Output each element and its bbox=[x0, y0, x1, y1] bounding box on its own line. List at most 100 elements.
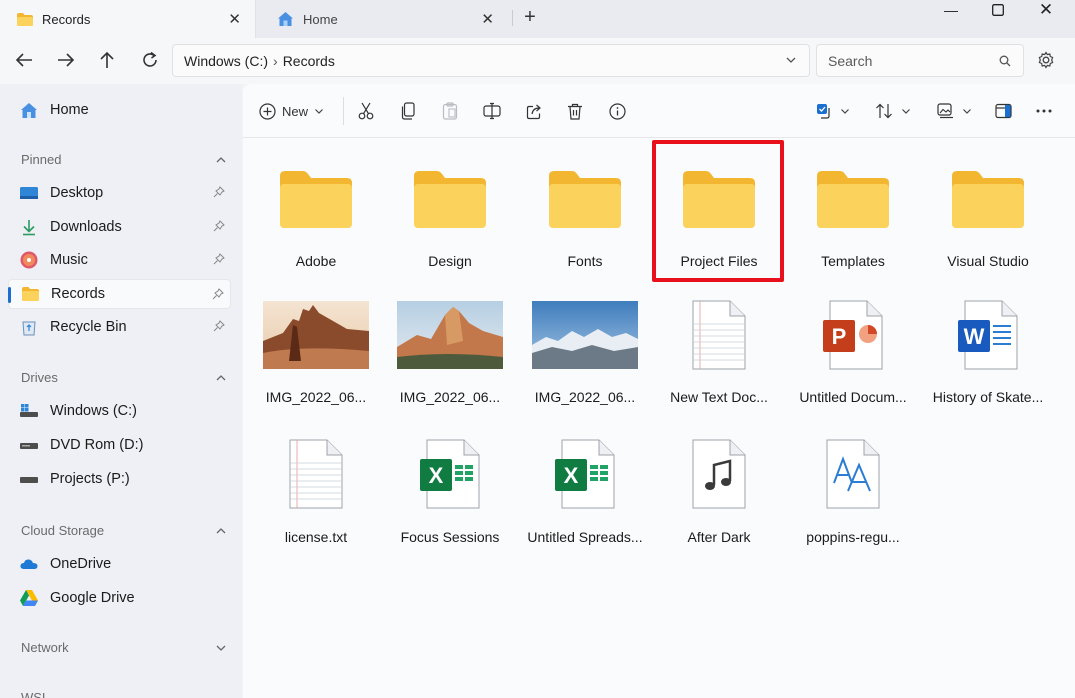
section-label: Pinned bbox=[21, 152, 62, 167]
pin-icon[interactable] bbox=[213, 220, 225, 232]
close-icon[interactable]: ✕ bbox=[228, 10, 241, 28]
share-icon bbox=[526, 104, 541, 119]
chevron-up-icon[interactable] bbox=[215, 154, 227, 166]
section-pinned[interactable]: Pinned bbox=[21, 152, 231, 172]
image-thumbnail bbox=[532, 301, 638, 369]
preview-pane-icon bbox=[994, 103, 1012, 119]
recycle-bin-icon bbox=[22, 321, 36, 335]
sort-button[interactable] bbox=[874, 99, 912, 123]
file-name: After Dark bbox=[687, 529, 751, 545]
chevron-down-icon[interactable] bbox=[785, 54, 797, 66]
new-button[interactable]: New bbox=[259, 99, 324, 123]
section-cloud-storage[interactable]: Cloud Storage bbox=[21, 523, 231, 543]
sidebar-item-onedrive[interactable]: OneDrive bbox=[8, 549, 231, 579]
paste-button[interactable] bbox=[440, 99, 460, 123]
share-button[interactable] bbox=[524, 99, 544, 123]
sidebar-item-label: DVD Rom (D:) bbox=[50, 437, 144, 453]
sidebar-item-records[interactable]: Records bbox=[8, 279, 231, 309]
sidebar-item-downloads[interactable]: Downloads bbox=[8, 212, 231, 242]
powerpoint-icon: P bbox=[823, 300, 883, 370]
minimize-button[interactable]: — bbox=[928, 0, 974, 24]
section-label: Drives bbox=[21, 370, 58, 385]
maximize-icon bbox=[992, 4, 1004, 16]
tab-records[interactable]: Records ✕ bbox=[0, 0, 256, 38]
more-options-button[interactable] bbox=[1033, 99, 1055, 123]
file-name: Untitled Spreads... bbox=[527, 529, 643, 545]
chevron-down-icon bbox=[315, 109, 323, 114]
home-icon bbox=[278, 12, 293, 26]
file-name: Adobe bbox=[295, 253, 337, 269]
pin-icon[interactable] bbox=[213, 253, 225, 265]
sidebar-item-home[interactable]: Home bbox=[8, 95, 231, 125]
excel-icon: X bbox=[555, 439, 615, 509]
rename-button[interactable] bbox=[481, 99, 503, 123]
trash-icon bbox=[568, 103, 582, 120]
cut-button[interactable] bbox=[356, 99, 376, 123]
preview-pane-button[interactable] bbox=[992, 99, 1014, 123]
search-input[interactable] bbox=[817, 45, 987, 76]
chevron-up-icon[interactable] bbox=[215, 525, 227, 537]
breadcrumb-root[interactable]: Windows (C:) bbox=[184, 53, 268, 69]
close-window-button[interactable]: ✕ bbox=[1023, 0, 1069, 24]
view-button[interactable] bbox=[935, 99, 973, 123]
pin-icon[interactable] bbox=[212, 288, 224, 300]
new-tab-button[interactable]: + bbox=[516, 6, 544, 30]
chevron-up-icon[interactable] bbox=[215, 372, 227, 384]
home-icon bbox=[21, 102, 37, 118]
sidebar-item-desktop[interactable]: Desktop bbox=[8, 178, 231, 208]
copy-button[interactable] bbox=[399, 99, 419, 123]
arrow-right-icon bbox=[58, 53, 75, 67]
select-button[interactable] bbox=[814, 99, 852, 123]
file-name: Untitled Docum... bbox=[799, 389, 907, 405]
drive-icon bbox=[20, 477, 38, 483]
refresh-button[interactable] bbox=[135, 46, 165, 74]
file-name: Visual Studio bbox=[947, 253, 1029, 269]
tab-home[interactable]: Home ✕ bbox=[260, 0, 508, 38]
section-drives[interactable]: Drives bbox=[21, 370, 231, 390]
back-button[interactable] bbox=[9, 46, 39, 74]
sidebar-item-dvd-drive[interactable]: DVD Rom (D:) bbox=[8, 430, 231, 460]
windows-drive-icon bbox=[20, 404, 38, 417]
search-box[interactable] bbox=[816, 44, 1024, 77]
section-wsl[interactable]: WSL bbox=[21, 690, 231, 698]
section-network[interactable]: Network bbox=[21, 640, 231, 660]
close-icon[interactable]: ✕ bbox=[481, 10, 494, 28]
folder-icon bbox=[952, 170, 1024, 228]
font-file-icon bbox=[826, 439, 880, 509]
pin-icon[interactable] bbox=[213, 186, 225, 198]
arrow-left-icon bbox=[15, 53, 32, 67]
breadcrumb-current[interactable]: Records bbox=[283, 53, 335, 69]
tab-divider bbox=[512, 10, 513, 26]
folder-icon bbox=[414, 170, 486, 228]
address-bar[interactable]: Windows (C:) › Records bbox=[172, 44, 810, 77]
section-label: Cloud Storage bbox=[21, 523, 105, 538]
settings-button[interactable] bbox=[1032, 46, 1060, 74]
forward-button[interactable] bbox=[51, 46, 81, 74]
search-icon[interactable] bbox=[999, 55, 1011, 67]
section-label: WSL bbox=[21, 690, 50, 698]
checkbox-icon bbox=[817, 104, 830, 119]
up-button[interactable] bbox=[92, 46, 122, 74]
sidebar-item-label: Projects (P:) bbox=[50, 471, 130, 487]
delete-button[interactable] bbox=[565, 99, 585, 123]
pin-icon[interactable] bbox=[213, 320, 225, 332]
sidebar-item-google-drive[interactable]: Google Drive bbox=[8, 583, 231, 613]
chevron-down-icon[interactable] bbox=[215, 642, 227, 654]
sidebar-item-projects-drive[interactable]: Projects (P:) bbox=[8, 464, 231, 494]
chevron-right-icon: › bbox=[273, 52, 278, 69]
file-name: poppins-regu... bbox=[806, 529, 900, 545]
sidebar-item-label: Home bbox=[50, 102, 89, 118]
text-file-icon bbox=[289, 439, 343, 509]
sidebar-item-recycle-bin[interactable]: Recycle Bin bbox=[8, 312, 231, 342]
tab-label: Records bbox=[42, 11, 91, 27]
command-bar: New bbox=[243, 84, 1075, 138]
sidebar-item-windows-drive[interactable]: Windows (C:) bbox=[8, 396, 231, 426]
tab-label: Home bbox=[303, 11, 338, 27]
dvd-drive-icon bbox=[20, 443, 38, 449]
sidebar-item-music[interactable]: Music bbox=[8, 245, 231, 275]
file-name: IMG_2022_06... bbox=[265, 389, 367, 405]
properties-button[interactable] bbox=[607, 99, 627, 123]
plus-circle-icon bbox=[259, 102, 276, 120]
new-button-label: New bbox=[282, 103, 309, 119]
maximize-button[interactable] bbox=[975, 0, 1021, 24]
